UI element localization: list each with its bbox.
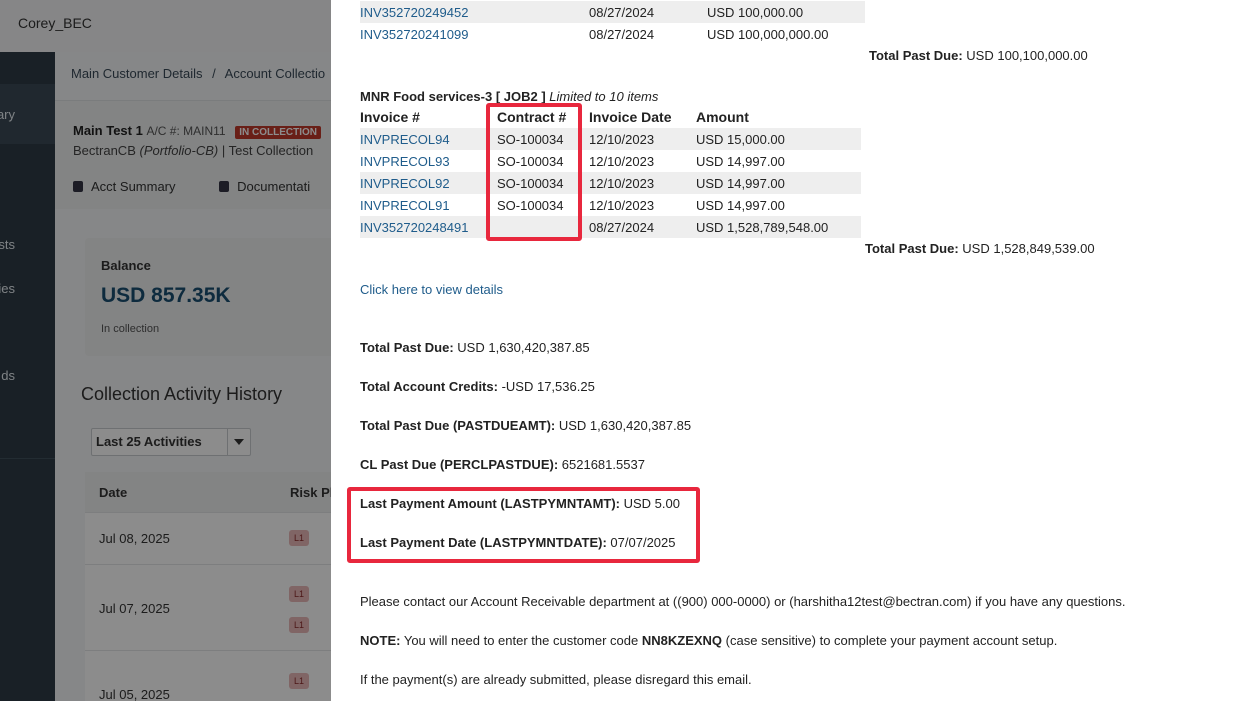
- invoice-amount: USD 100,000,000.00: [707, 26, 829, 42]
- email-preview-panel: INV352720249452 08/27/2024 USD 100,000.0…: [331, 0, 1259, 701]
- summary-account-credits: Total Account Credits: -USD 17,536.25: [360, 379, 595, 394]
- invoice-date: 12/10/2023: [589, 128, 696, 150]
- col-amount: Amount: [696, 109, 749, 125]
- table-row: INV352720241099 08/27/2024 USD 100,000,0…: [360, 23, 865, 45]
- invoice-date: 08/27/2024: [589, 26, 655, 42]
- invoice-date: 12/10/2023: [589, 197, 655, 213]
- col-invoice: Invoice #: [360, 109, 420, 125]
- invoice-amount: USD 14,997.00: [696, 153, 785, 169]
- summary-label: Total Past Due:: [360, 340, 454, 355]
- summary-value: USD 1,630,420,387.85: [558, 418, 692, 433]
- summary-total-past-due: Total Past Due: USD 1,630,420,387.85: [360, 340, 590, 355]
- summary-value: 6521681.5537: [561, 457, 645, 472]
- invoice-amount: USD 100,000.00: [707, 1, 865, 23]
- invoice-link[interactable]: INVPRECOL92: [360, 176, 450, 191]
- invoice-link[interactable]: INV352720249452: [360, 5, 468, 20]
- top-invoice-table: INV352720249452 08/27/2024 USD 100,000.0…: [360, 1, 865, 45]
- top-total-label: Total Past Due:: [869, 48, 963, 63]
- summary-label: Total Past Due (PASTDUEAMT):: [360, 418, 556, 433]
- invoice-link[interactable]: INVPRECOL91: [360, 198, 450, 213]
- section-total-past-due: Total Past Due: USD 1,528,849,539.00: [865, 241, 1095, 256]
- summary-label: Total Account Credits:: [360, 379, 498, 394]
- note-label: NOTE:: [360, 633, 401, 648]
- section-total-label: Total Past Due:: [865, 241, 959, 256]
- top-total-past-due: Total Past Due: USD 100,100,000.00: [869, 48, 1088, 63]
- summary-value: USD 1,630,420,387.85: [457, 340, 590, 355]
- invoice-link[interactable]: INV352720248491: [360, 220, 468, 235]
- section-total-value: USD 1,528,849,539.00: [962, 241, 1095, 256]
- summary-value: -USD 17,536.25: [501, 379, 595, 394]
- invoice-date: 12/10/2023: [589, 172, 696, 194]
- table-row: INVPRECOL93 SO-100034 12/10/2023 USD 14,…: [360, 150, 861, 172]
- invoice-date: 08/27/2024: [589, 1, 707, 23]
- customer-code: NN8KZEXNQ: [641, 633, 723, 648]
- section-customer-name: MNR Food services-3 [ JOB2 ]: [360, 89, 546, 104]
- invoice-amount: USD 1,528,789,548.00: [696, 216, 861, 238]
- contract-highlight-box: [486, 103, 582, 241]
- invoice-amount: USD 14,997.00: [696, 172, 861, 194]
- section-title: MNR Food services-3 [ JOB2 ] Limited to …: [360, 89, 658, 104]
- invoice-link[interactable]: INV352720241099: [360, 27, 468, 42]
- table-row: INV352720249452 08/27/2024 USD 100,000.0…: [360, 1, 865, 23]
- invoice-date: 12/10/2023: [589, 153, 655, 169]
- invoice-link[interactable]: INVPRECOL94: [360, 132, 450, 147]
- top-total-value: USD 100,100,000.00: [966, 48, 1088, 63]
- view-details-link[interactable]: Click here to view details: [360, 282, 503, 297]
- summary-label: CL Past Due (PERCLPASTDUE):: [360, 457, 559, 472]
- contact-text: Please contact our Account Receivable de…: [360, 594, 1126, 609]
- last-payment-highlight-box: [347, 487, 700, 563]
- invoice-date: 08/27/2024: [589, 216, 696, 238]
- note-text-pre: You will need to enter the customer code: [403, 633, 639, 648]
- invoice-link[interactable]: INVPRECOL93: [360, 154, 450, 169]
- invoice-table-header: Invoice # Contract # Invoice Date Amount: [360, 106, 861, 128]
- col-invoice-date: Invoice Date: [589, 109, 672, 125]
- table-row: INV352720248491 08/27/2024 USD 1,528,789…: [360, 216, 861, 238]
- summary-cl-past-due: CL Past Due (PERCLPASTDUE): 6521681.5537: [360, 457, 645, 472]
- invoice-amount: USD 14,997.00: [696, 197, 785, 213]
- note-text-post: (case sensitive) to complete your paymen…: [725, 633, 1058, 648]
- note-line: NOTE: You will need to enter the custome…: [360, 633, 1057, 648]
- invoice-amount: USD 15,000.00: [696, 128, 861, 150]
- disregard-text: If the payment(s) are already submitted,…: [360, 672, 752, 687]
- summary-pastdueamt: Total Past Due (PASTDUEAMT): USD 1,630,4…: [360, 418, 691, 433]
- table-row: INVPRECOL94 SO-100034 12/10/2023 USD 15,…: [360, 128, 861, 150]
- section-limit-note: Limited to 10 items: [549, 89, 659, 104]
- table-row: INVPRECOL92 SO-100034 12/10/2023 USD 14,…: [360, 172, 861, 194]
- table-row: INVPRECOL91 SO-100034 12/10/2023 USD 14,…: [360, 194, 861, 216]
- invoice-table: Invoice # Contract # Invoice Date Amount…: [360, 106, 861, 238]
